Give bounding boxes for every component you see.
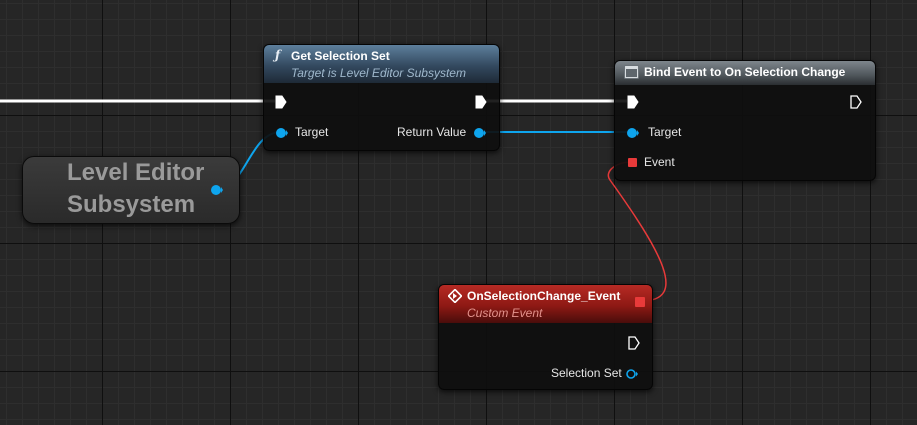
selection-set-pin-icon[interactable] xyxy=(626,368,638,380)
event-pin-label: Event xyxy=(644,155,675,169)
subsystem-output-pin-icon[interactable] xyxy=(211,184,223,196)
level-editor-subsystem-node[interactable]: Level Editor Subsystem xyxy=(22,156,240,224)
get-selection-set-node[interactable]: ƒ Get Selection Set Target is Level Edit… xyxy=(263,44,500,151)
target-pin-icon[interactable] xyxy=(276,127,288,139)
target-pin-label: Target xyxy=(295,125,329,139)
bind-event-node[interactable]: Bind Event to On Selection Change Target… xyxy=(614,60,876,181)
selection-set-pin-label: Selection Set xyxy=(551,366,622,380)
return-value-pin-icon[interactable] xyxy=(474,127,486,139)
delegate-output-pin-icon[interactable] xyxy=(635,297,645,307)
target-pin-icon[interactable] xyxy=(627,127,639,139)
delegate-icon xyxy=(624,65,639,79)
exec-in-pin-icon[interactable] xyxy=(627,95,639,109)
custom-event-node[interactable]: OnSelectionChange_Event Custom Event Sel… xyxy=(438,284,653,390)
node-subtitle: Custom Event xyxy=(467,306,543,320)
function-icon: ƒ xyxy=(275,48,281,62)
exec-out-pin-icon[interactable] xyxy=(475,95,487,109)
return-value-pin-label: Return Value xyxy=(397,125,467,139)
target-pin-label: Target xyxy=(648,125,682,139)
node-title: Get Selection Set xyxy=(291,49,390,63)
exec-in-pin-icon[interactable] xyxy=(275,95,287,109)
event-diamond-icon xyxy=(448,289,462,303)
node-subtitle: Target is Level Editor Subsystem xyxy=(291,66,466,80)
exec-out-pin-icon[interactable] xyxy=(850,95,862,109)
node-title: Bind Event to On Selection Change xyxy=(644,65,846,79)
event-delegate-pin-icon[interactable] xyxy=(628,158,637,167)
blueprint-graph-canvas[interactable]: Level Editor Subsystem ƒ Get Selection S… xyxy=(0,0,917,425)
delegate-wire-event[interactable] xyxy=(607,161,667,302)
exec-out-pin-icon[interactable] xyxy=(628,336,640,350)
subsystem-label: Level Editor Subsystem xyxy=(67,159,205,218)
node-title: OnSelectionChange_Event xyxy=(467,289,621,303)
